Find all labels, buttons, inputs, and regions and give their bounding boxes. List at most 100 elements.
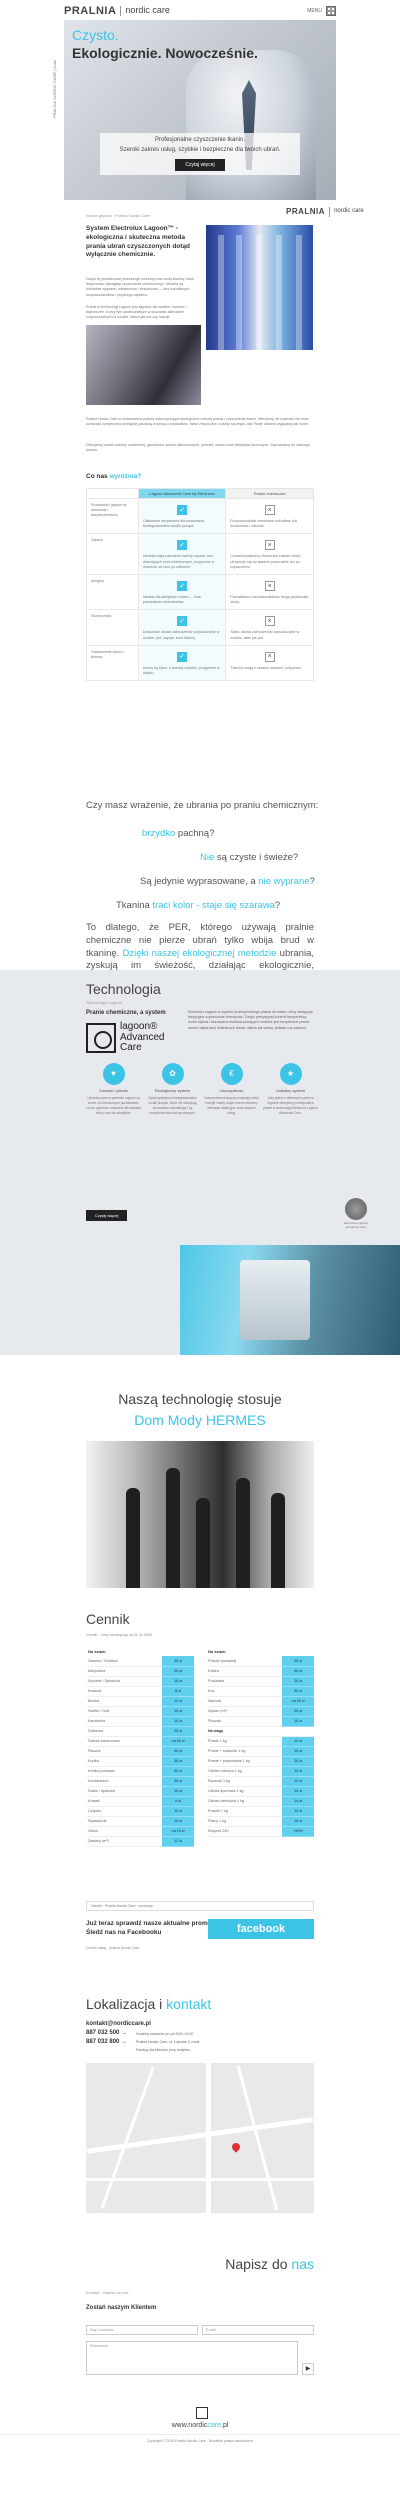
comparison-row: Odświeżenie koloru i tkaniny ✓ Kolory są ż… (86, 644, 314, 682)
price-item: Odzież robocza 1 kg (206, 1766, 282, 1777)
chemical-cell: × Słabo usuwa zabrudzenia rozpuszczalne w… (225, 609, 314, 646)
promo-bar: Cennik · Pralnia Nordic Care · promocje (86, 1901, 314, 1911)
hero-info-box: Profesjonalne czyszczenie tkanin. Szerok… (100, 133, 300, 176)
facebook-caption: Cennik usług · pralnia Nordic Care (86, 1946, 140, 1950)
contact-email[interactable]: kontakt@nordiccare.pl (86, 2021, 151, 2029)
contact-phone-1[interactable]: 887 032 500 → (86, 2030, 127, 2038)
price-item: Pościel 1 kg (206, 1806, 282, 1817)
price-row: Zasłony (m²) 12 zł (86, 1836, 194, 1847)
chemical-text: Charakterystyczny chemiczny zapach, któr… (230, 554, 301, 569)
comparison-row: Zapach ✓ Ubrania mają naturalnie świeży za… (86, 533, 314, 576)
question-4: Są jedynie wyprasowane, a nie wyprane? (140, 876, 315, 888)
price-value: 50 zł (162, 1766, 194, 1777)
price-item: Narzuta (206, 1696, 282, 1707)
price-table-left: Na sztuki Garnitur / Kostium 35 zł Marynar… (86, 1647, 194, 1847)
per-text-accent: Dzięki naszej ekologicznej metodzie (122, 947, 277, 959)
contact-phone-2[interactable]: 887 032 800 → (86, 2039, 127, 2047)
vertical-caption: PRALNIA NORDIC CARE | Łódź (52, 60, 57, 118)
price-value: 12 zł (282, 1776, 314, 1787)
lagoon-cell: ✓ Doskonale usuwa zabrudzenia rozpuszczal… (137, 609, 227, 646)
price-item: Płaszcz (86, 1746, 162, 1757)
price-item: Kurtka puchowa (86, 1766, 162, 1777)
address-line-2: Pralnia Nordic Care, ul. Łąkowa 3, Łódź (136, 2040, 200, 2044)
email-field[interactable]: E-mail (202, 2325, 314, 2335)
facebook-button[interactable]: facebook (208, 1919, 314, 1939)
message-field[interactable]: Wiadomość (86, 2341, 298, 2375)
contact-breadcrumb: Kontakt · Napisz do nas (86, 2290, 129, 2295)
check-icon: ✓ (177, 581, 188, 592)
price-item: Kamizelka (86, 1716, 162, 1727)
price-row: Czapka 10 zł (86, 1806, 194, 1817)
grid-menu-icon[interactable] (326, 6, 336, 16)
price-value: +50% (282, 1826, 314, 1837)
price-item: Koszula (86, 1686, 162, 1697)
price-value: 10 zł (162, 1786, 194, 1797)
tech-read-more-button[interactable]: Czytaj więcej (86, 1210, 128, 1222)
feature-card: € Oszczędność Nowoczesne maszyny zużywają … (204, 1063, 259, 1115)
price-value: 10 zł (162, 1716, 194, 1727)
price-value: 14 zł (282, 1766, 314, 1777)
hermes-section: Naszą technologię stosuje Dom Mody HERME… (0, 1355, 400, 1595)
price-row: Suknia wieczorowa od 50 zł (86, 1736, 194, 1747)
read-more-button[interactable]: Czytaj więcej (175, 158, 225, 172)
price-value: 10 zł (162, 1806, 194, 1817)
price-row: Koszula 8 zł (86, 1686, 194, 1697)
footer-logo-icon[interactable] (196, 2407, 208, 2419)
price-item: Kurtka (86, 1756, 162, 1767)
map[interactable] (86, 2063, 314, 2213)
cross-icon: × (264, 581, 275, 592)
cross-icon: × (264, 616, 275, 627)
hero-banner: Czysto. Ekologicznie. Nowocześnie. Profe… (64, 20, 336, 200)
footer-divider (0, 2434, 400, 2435)
price-value: 14 zł (282, 1806, 314, 1817)
price-value: od 50 zł (162, 1736, 194, 1747)
price-item: Ręczniki 1 kg (206, 1776, 282, 1787)
price-item: Rękawiczki (86, 1816, 162, 1827)
send-button[interactable]: ▶ (302, 2363, 314, 2375)
price-item: Kołdra (206, 1666, 282, 1677)
price-col-header: Na sztuki (88, 1649, 106, 1654)
price-row: Krawat 8 zł (86, 1796, 194, 1807)
intro-heading: System Electrolux Lagoon™ - ekologiczna … (86, 225, 191, 259)
price-value: 25 zł (282, 1656, 314, 1667)
tech-subtitle: Pranie chemiczne, a system (86, 1010, 166, 1016)
price-row: Płaszcz 40 zł (86, 1746, 194, 1757)
logo-pralnia: PRALNIA (286, 207, 326, 216)
price-row: Pranie + prasowanie 1 kg 20 zł (206, 1756, 314, 1767)
chemical-text: Pozostałości rozpuszczalników mogą podra… (230, 595, 309, 605)
comparison-table: Lagoon Advanced Care by Electrolux Prani… (86, 488, 314, 682)
price-value: od 15 zł (162, 1826, 194, 1837)
tech-title: Technologia (86, 981, 161, 997)
top-bar: PRALNIA nordic care MENU (64, 4, 336, 18)
chemical-cell: × Rozpuszczalniki chemiczne szkodliwe dla… (225, 497, 314, 535)
logo-nordic-care[interactable]: nordic care (125, 5, 170, 17)
price-row: Ekspres 24h +50% (206, 1826, 314, 1837)
contact-subtitle: Zostań naszym Klientem (86, 2305, 157, 2311)
menu-toggle[interactable]: MENU (307, 6, 336, 16)
technology-section: Technologia Technologia Lagoon Pranie ch… (0, 970, 400, 1355)
feature-name: Oszczędność (219, 1088, 244, 1093)
price-item: Kombinezon (86, 1776, 162, 1787)
price-list-section: Cennik Cennik · Ceny obowiązują od 01.02… (0, 1595, 400, 1995)
price-row: Pluszak 15 zł (206, 1716, 314, 1727)
footer-url[interactable]: www.nordiccare.pl (86, 2421, 314, 2430)
price-col-header: Na sztuki (208, 1649, 226, 1654)
price-value: 12 zł (162, 1696, 194, 1707)
price-row: Koc 30 zł (206, 1686, 314, 1697)
intro-paragraph-3: Pralnia Nordic Care to nowoczesna pralni… (86, 417, 309, 427)
menu-label: MENU (307, 7, 322, 14)
chemical-cell: × Charakterystyczny chemiczny zapach, któ… (225, 533, 314, 576)
price-item: Suknia wieczorowa (86, 1736, 162, 1747)
lagoon-cell: ✓ Całkowicie bezpieczne dla środowiska, b… (137, 497, 227, 535)
price-row: Bluzka 12 zł (86, 1696, 194, 1707)
intro-paragraph-2: Pranie w technologii Lagoon jest łagodne… (86, 305, 187, 320)
map-pin-icon[interactable] (230, 2141, 242, 2153)
price-item: Sweter / Golf (86, 1706, 162, 1717)
logo-pralnia[interactable]: PRALNIA (64, 4, 116, 18)
clothes-rack-image (206, 225, 313, 350)
price-row: Poduszka 20 zł (206, 1676, 314, 1687)
hero-box-line1: Profesjonalne czyszczenie tkanin. (154, 137, 246, 143)
feature-card: ★ Unikalny system Jako jedna z nielicznych… (263, 1063, 318, 1115)
logo-divider (120, 6, 122, 16)
name-field[interactable]: Imię i nazwisko (86, 2325, 198, 2335)
